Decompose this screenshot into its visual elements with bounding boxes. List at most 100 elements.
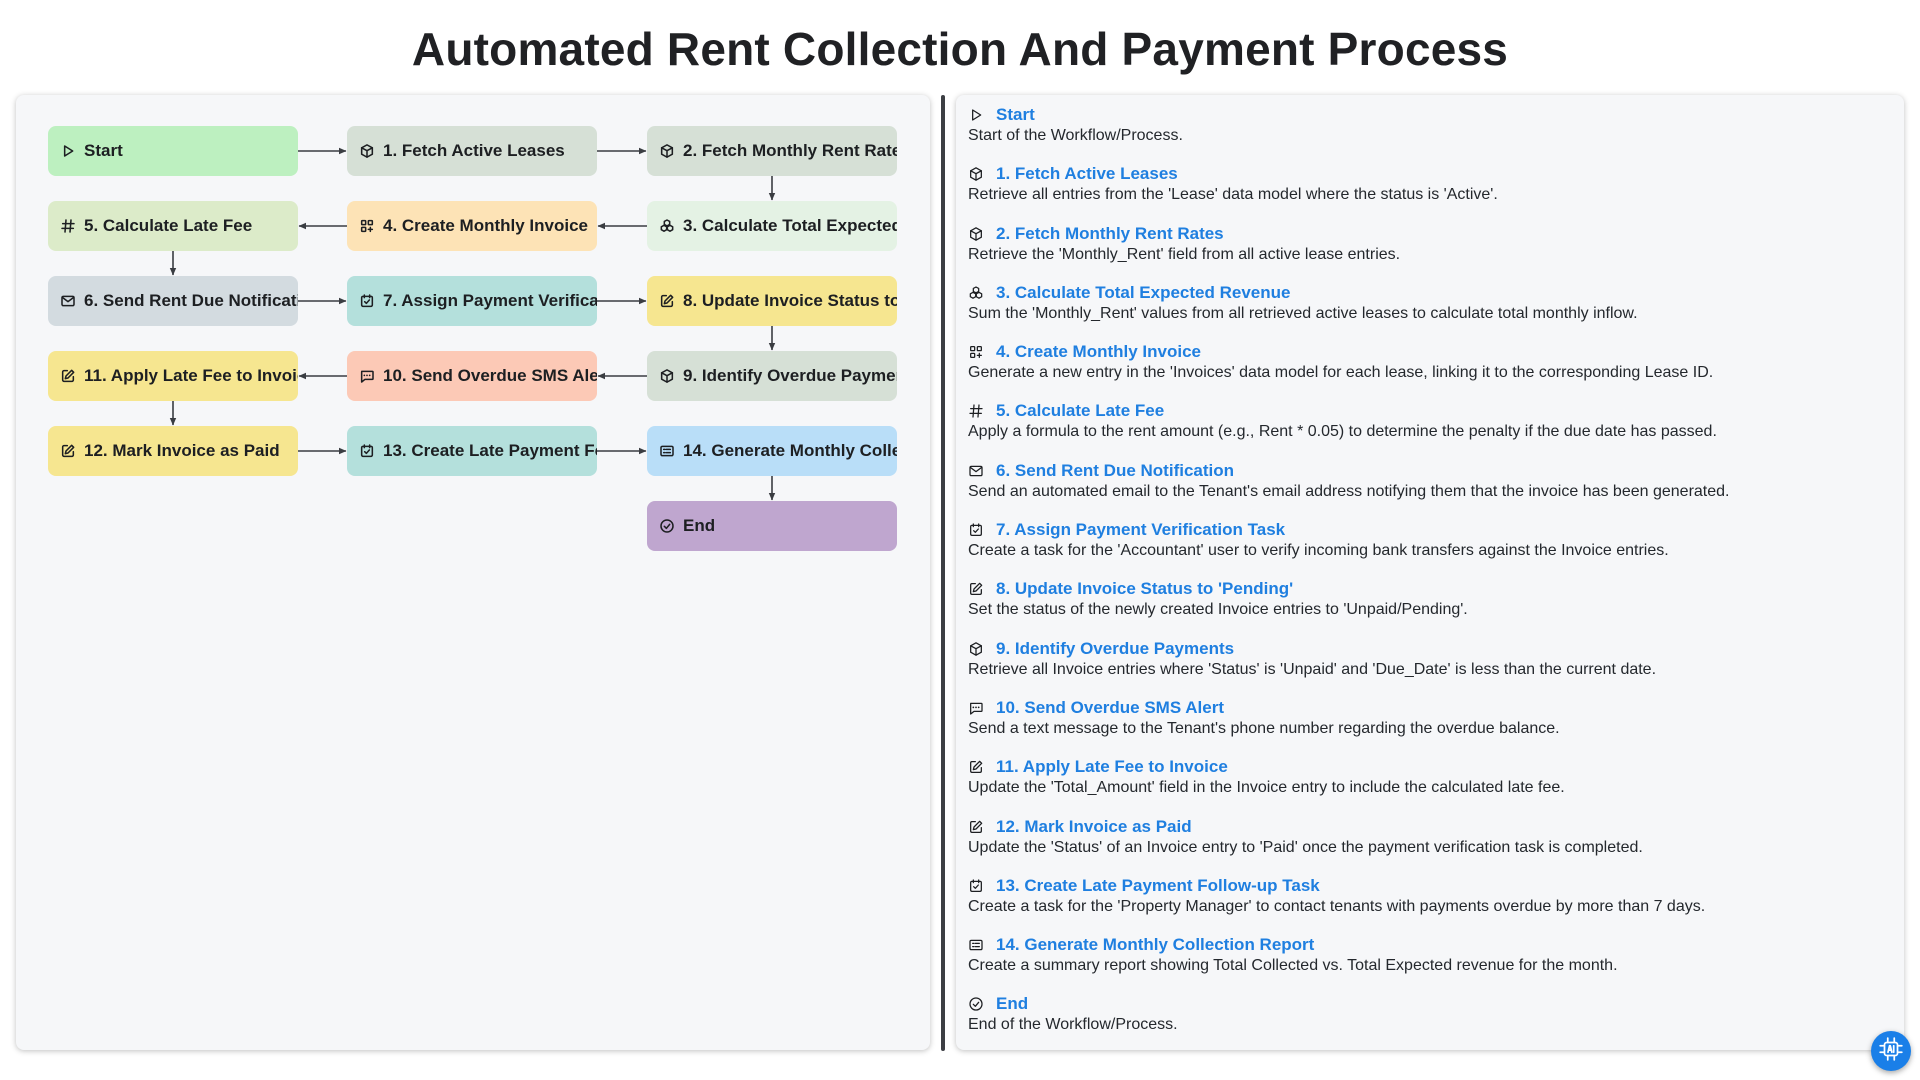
play-icon <box>968 107 984 123</box>
step-item: 8. Update Invoice Status to 'Pending' Set… <box>968 579 1892 619</box>
step-header: 3. Calculate Total Expected Revenue <box>968 283 1892 303</box>
flow-node-label: 1. Fetch Active Leases <box>383 141 565 160</box>
edit-icon <box>968 759 984 775</box>
step-title-link[interactable]: 10. Send Overdue SMS Alert <box>996 698 1224 718</box>
message-icon <box>359 368 375 384</box>
step-header: 13. Create Late Payment Follow-up Task <box>968 876 1892 896</box>
step-title-link[interactable]: 13. Create Late Payment Follow-up Task <box>996 876 1320 896</box>
flow-node-label: 10. Send Overdue SMS Ale <box>383 366 597 385</box>
calendar-check-icon <box>359 293 375 309</box>
flow-node-n14[interactable]: 14. Generate Monthly Colle <box>647 426 897 476</box>
step-item: 2. Fetch Monthly Rent Rates Retrieve the … <box>968 224 1892 264</box>
flow-node-n8[interactable]: 8. Update Invoice Status to <box>647 276 897 326</box>
step-header: 10. Send Overdue SMS Alert <box>968 698 1892 718</box>
step-item: End End of the Workflow/Process. <box>968 994 1892 1034</box>
flow-node-label: 14. Generate Monthly Colle <box>683 441 897 460</box>
step-title-link[interactable]: 2. Fetch Monthly Rent Rates <box>996 224 1224 244</box>
flow-node-label: 13. Create Late Payment Fc <box>383 441 597 460</box>
cubes-icon <box>659 218 675 234</box>
page-title: Automated Rent Collection And Payment Pr… <box>411 23 1509 75</box>
step-header: 5. Calculate Late Fee <box>968 401 1892 421</box>
step-description: Generate a new entry in the 'Invoices' d… <box>968 364 1714 382</box>
step-description: Create a task for the 'Property Manager'… <box>968 897 1706 915</box>
mail-icon <box>968 463 984 479</box>
step-header: 11. Apply Late Fee to Invoice <box>968 757 1892 777</box>
flow-node-n13[interactable]: 13. Create Late Payment Fc <box>347 426 597 476</box>
step-title-link[interactable]: End <box>996 994 1028 1014</box>
step-item: 9. Identify Overdue Payments Retrieve all… <box>968 639 1892 679</box>
step-item: 6. Send Rent Due Notification Send an aut… <box>968 461 1892 501</box>
flow-node-n11[interactable]: 11. Apply Late Fee to Invoic <box>48 351 298 401</box>
flow-node-n4[interactable]: 4. Create Monthly Invoice <box>347 201 597 251</box>
step-title-link[interactable]: 8. Update Invoice Status to 'Pending' <box>996 579 1293 599</box>
edit-icon <box>968 819 984 835</box>
step-header: 8. Update Invoice Status to 'Pending' <box>968 579 1892 599</box>
step-header: End <box>968 994 1892 1014</box>
hash-icon <box>60 218 76 234</box>
flow-node-n7[interactable]: 7. Assign Payment Verificat <box>347 276 597 326</box>
flow-diagram-panel: Start 1. Fetch Active Leases 2. Fetch Mont… <box>16 95 930 1050</box>
step-title-link[interactable]: Start <box>996 105 1035 125</box>
flow-node-label: 11. Apply Late Fee to Invoic <box>84 366 298 385</box>
step-item: 7. Assign Payment Verification Task Creat… <box>968 520 1892 560</box>
step-title-link[interactable]: 3. Calculate Total Expected Revenue <box>996 283 1290 303</box>
step-description: Sum the 'Monthly_Rent' values from all r… <box>968 304 1638 322</box>
step-item: 12. Mark Invoice as Paid Update the 'Stat… <box>968 817 1892 857</box>
play-icon <box>60 143 76 159</box>
ai-chip-icon <box>1878 1036 1904 1067</box>
step-description: Update the 'Status' of an Invoice entry … <box>968 838 1643 856</box>
calendar-check-icon <box>968 522 984 538</box>
step-item: 3. Calculate Total Expected Revenue Sum t… <box>968 283 1892 323</box>
grid-plus-icon <box>359 218 375 234</box>
report-icon <box>968 937 984 953</box>
step-description: Send an automated email to the Tenant's … <box>968 482 1730 500</box>
step-description: Set the status of the newly created Invo… <box>968 601 1468 619</box>
flow-node-n1[interactable]: 1. Fetch Active Leases <box>347 126 597 176</box>
flow-node-n12[interactable]: 12. Mark Invoice as Paid <box>48 426 298 476</box>
cube-icon <box>659 143 675 159</box>
step-title-link[interactable]: 9. Identify Overdue Payments <box>996 639 1234 659</box>
flow-node-n3[interactable]: 3. Calculate Total Expected <box>647 201 897 251</box>
panel-divider[interactable] <box>941 95 945 1051</box>
step-item: 11. Apply Late Fee to Invoice Update the … <box>968 757 1892 797</box>
check-circle-icon <box>968 996 984 1012</box>
step-header: Start <box>968 105 1892 125</box>
ai-assistant-button[interactable] <box>1871 1031 1911 1071</box>
calendar-check-icon <box>968 878 984 894</box>
step-description: Send a text message to the Tenant's phon… <box>968 719 1560 737</box>
step-details-panel: Start Start of the Workflow/Process. 1. Fe… <box>956 95 1904 1050</box>
step-title-link[interactable]: 7. Assign Payment Verification Task <box>996 520 1285 540</box>
step-header: 9. Identify Overdue Payments <box>968 639 1892 659</box>
step-header: 1. Fetch Active Leases <box>968 164 1892 184</box>
step-description: Create a task for the 'Accountant' user … <box>968 542 1669 560</box>
cube-icon <box>968 641 984 657</box>
step-item: 14. Generate Monthly Collection Report Cr… <box>968 935 1892 975</box>
step-title-link[interactable]: 11. Apply Late Fee to Invoice <box>996 757 1228 777</box>
step-description: Start of the Workflow/Process. <box>968 127 1183 144</box>
report-icon <box>659 443 675 459</box>
step-item: 13. Create Late Payment Follow-up Task Cr… <box>968 876 1892 916</box>
step-title-link[interactable]: 14. Generate Monthly Collection Report <box>996 935 1314 955</box>
flow-node-n5[interactable]: 5. Calculate Late Fee <box>48 201 298 251</box>
flow-node-label: End <box>683 516 716 535</box>
flow-node-end[interactable]: End <box>647 501 897 551</box>
step-item: 4. Create Monthly Invoice Generate a new … <box>968 342 1892 382</box>
step-title-link[interactable]: 1. Fetch Active Leases <box>996 164 1178 184</box>
message-icon <box>968 700 984 716</box>
step-title-link[interactable]: 5. Calculate Late Fee <box>996 401 1164 421</box>
flow-node-label: 9. Identify Overdue Paymer <box>683 366 897 385</box>
flow-node-n10[interactable]: 10. Send Overdue SMS Ale <box>347 351 597 401</box>
flow-node-n9[interactable]: 9. Identify Overdue Paymer <box>647 351 897 401</box>
edit-icon <box>968 581 984 597</box>
step-header: 2. Fetch Monthly Rent Rates <box>968 224 1892 244</box>
step-title-link[interactable]: 6. Send Rent Due Notification <box>996 461 1234 481</box>
step-item: 5. Calculate Late Fee Apply a formula to … <box>968 401 1892 441</box>
flow-node-n6[interactable]: 6. Send Rent Due Notificati <box>48 276 298 326</box>
step-title-link[interactable]: 12. Mark Invoice as Paid <box>996 817 1192 837</box>
grid-plus-icon <box>968 344 984 360</box>
flow-node-label: 3. Calculate Total Expected <box>683 216 897 235</box>
step-title-link[interactable]: 4. Create Monthly Invoice <box>996 342 1201 362</box>
step-description: Retrieve the 'Monthly_Rent' field from a… <box>968 245 1401 263</box>
flow-node-n2[interactable]: 2. Fetch Monthly Rent Rate <box>647 126 897 176</box>
flow-node-start[interactable]: Start <box>48 126 298 176</box>
